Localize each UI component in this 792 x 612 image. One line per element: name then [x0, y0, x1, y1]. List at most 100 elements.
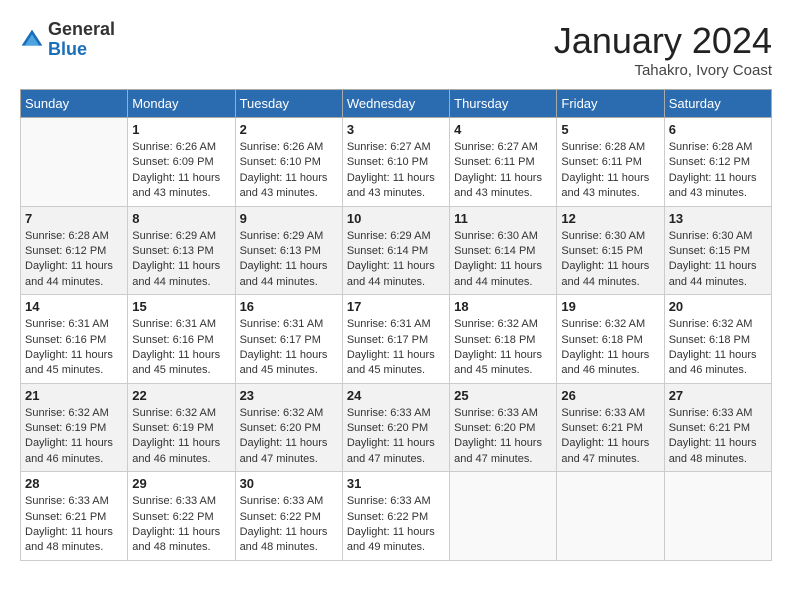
weekday-header-monday: Monday	[128, 90, 235, 118]
sunset-text: Sunset: 6:14 PM	[454, 244, 552, 259]
day-info: Sunrise: 6:30 AMSunset: 6:14 PMDaylight:…	[454, 229, 552, 291]
calendar-cell: 23Sunrise: 6:32 AMSunset: 6:20 PMDayligh…	[235, 383, 342, 472]
weekday-header-tuesday: Tuesday	[235, 90, 342, 118]
daylight-text: Daylight: 11 hours and 46 minutes.	[669, 348, 767, 379]
calendar-cell	[21, 118, 128, 207]
calendar-cell: 29Sunrise: 6:33 AMSunset: 6:22 PMDayligh…	[128, 472, 235, 561]
day-number: 24	[347, 388, 445, 403]
sunset-text: Sunset: 6:20 PM	[240, 421, 338, 436]
sunrise-text: Sunrise: 6:32 AM	[25, 406, 123, 421]
day-info: Sunrise: 6:28 AMSunset: 6:12 PMDaylight:…	[25, 229, 123, 291]
calendar-cell: 4Sunrise: 6:27 AMSunset: 6:11 PMDaylight…	[450, 118, 557, 207]
day-number: 9	[240, 211, 338, 226]
sunrise-text: Sunrise: 6:33 AM	[347, 494, 445, 509]
calendar-cell: 13Sunrise: 6:30 AMSunset: 6:15 PMDayligh…	[664, 206, 771, 295]
daylight-text: Daylight: 11 hours and 46 minutes.	[25, 436, 123, 467]
day-info: Sunrise: 6:31 AMSunset: 6:17 PMDaylight:…	[240, 317, 338, 379]
day-info: Sunrise: 6:32 AMSunset: 6:20 PMDaylight:…	[240, 406, 338, 468]
sunset-text: Sunset: 6:21 PM	[561, 421, 659, 436]
sunset-text: Sunset: 6:17 PM	[347, 333, 445, 348]
sunset-text: Sunset: 6:17 PM	[240, 333, 338, 348]
day-info: Sunrise: 6:29 AMSunset: 6:13 PMDaylight:…	[132, 229, 230, 291]
day-number: 8	[132, 211, 230, 226]
day-number: 12	[561, 211, 659, 226]
calendar-cell: 1Sunrise: 6:26 AMSunset: 6:09 PMDaylight…	[128, 118, 235, 207]
sunset-text: Sunset: 6:11 PM	[454, 155, 552, 170]
sunset-text: Sunset: 6:22 PM	[347, 510, 445, 525]
sunrise-text: Sunrise: 6:26 AM	[240, 140, 338, 155]
calendar-cell: 15Sunrise: 6:31 AMSunset: 6:16 PMDayligh…	[128, 295, 235, 384]
location-subtitle: Tahakro, Ivory Coast	[554, 62, 772, 79]
calendar-cell: 17 Sunrise: 6:31 AMSunset: 6:17 PMDayligh…	[342, 295, 449, 384]
calendar-cell: 22Sunrise: 6:32 AMSunset: 6:19 PMDayligh…	[128, 383, 235, 472]
day-number: 25	[454, 388, 552, 403]
sunset-text: Sunset: 6:22 PM	[240, 510, 338, 525]
sunrise-text: Sunrise: 6:27 AM	[347, 140, 445, 155]
daylight-text: Daylight: 11 hours and 48 minutes.	[132, 525, 230, 556]
day-info: Sunrise: 6:31 AMSunset: 6:17 PMDaylight:…	[347, 317, 445, 379]
daylight-text: Daylight: 11 hours and 45 minutes.	[25, 348, 123, 379]
day-number: 17	[347, 299, 445, 314]
day-info: Sunrise: 6:31 AMSunset: 6:16 PMDaylight:…	[132, 317, 230, 379]
daylight-text: Daylight: 11 hours and 43 minutes.	[561, 171, 659, 202]
day-number: 10	[347, 211, 445, 226]
day-info: Sunrise: 6:26 AMSunset: 6:09 PMDaylight:…	[132, 140, 230, 202]
sunset-text: Sunset: 6:18 PM	[669, 333, 767, 348]
sunset-text: Sunset: 6:19 PM	[132, 421, 230, 436]
day-info: Sunrise: 6:33 AMSunset: 6:22 PMDaylight:…	[347, 494, 445, 556]
sunset-text: Sunset: 6:11 PM	[561, 155, 659, 170]
sunset-text: Sunset: 6:16 PM	[132, 333, 230, 348]
day-info: Sunrise: 6:33 AMSunset: 6:22 PMDaylight:…	[132, 494, 230, 556]
logo-general-text: General	[48, 20, 115, 40]
day-number: 6	[669, 122, 767, 137]
daylight-text: Daylight: 11 hours and 45 minutes.	[240, 348, 338, 379]
day-info: Sunrise: 6:28 AMSunset: 6:12 PMDaylight:…	[669, 140, 767, 202]
sunrise-text: Sunrise: 6:29 AM	[132, 229, 230, 244]
sunset-text: Sunset: 6:20 PM	[454, 421, 552, 436]
sunrise-text: Sunrise: 6:31 AM	[347, 317, 445, 332]
calendar-cell: 20Sunrise: 6:32 AMSunset: 6:18 PMDayligh…	[664, 295, 771, 384]
weekday-header-sunday: Sunday	[21, 90, 128, 118]
calendar-cell: 21Sunrise: 6:32 AMSunset: 6:19 PMDayligh…	[21, 383, 128, 472]
calendar-cell: 5 Sunrise: 6:28 AMSunset: 6:11 PMDaylight…	[557, 118, 664, 207]
daylight-text: Daylight: 11 hours and 43 minutes.	[347, 171, 445, 202]
sunrise-text: Sunrise: 6:30 AM	[454, 229, 552, 244]
calendar-cell: 11 Sunrise: 6:30 AMSunset: 6:14 PMDayligh…	[450, 206, 557, 295]
day-info: Sunrise: 6:26 AMSunset: 6:10 PMDaylight:…	[240, 140, 338, 202]
day-info: Sunrise: 6:32 AMSunset: 6:18 PMDaylight:…	[669, 317, 767, 379]
day-number: 19	[561, 299, 659, 314]
sunrise-text: Sunrise: 6:28 AM	[561, 140, 659, 155]
day-number: 5	[561, 122, 659, 137]
sunrise-text: Sunrise: 6:33 AM	[347, 406, 445, 421]
sunrise-text: Sunrise: 6:33 AM	[25, 494, 123, 509]
sunset-text: Sunset: 6:13 PM	[240, 244, 338, 259]
sunset-text: Sunset: 6:12 PM	[25, 244, 123, 259]
logo-icon	[20, 28, 44, 52]
day-info: Sunrise: 6:32 AMSunset: 6:18 PMDaylight:…	[454, 317, 552, 379]
daylight-text: Daylight: 11 hours and 45 minutes.	[132, 348, 230, 379]
sunrise-text: Sunrise: 6:26 AM	[132, 140, 230, 155]
sunset-text: Sunset: 6:14 PM	[347, 244, 445, 259]
calendar-cell: 6 Sunrise: 6:28 AMSunset: 6:12 PMDaylight…	[664, 118, 771, 207]
daylight-text: Daylight: 11 hours and 47 minutes.	[347, 436, 445, 467]
daylight-text: Daylight: 11 hours and 43 minutes.	[240, 171, 338, 202]
day-number: 3	[347, 122, 445, 137]
sunset-text: Sunset: 6:13 PM	[132, 244, 230, 259]
calendar-week-row: 7Sunrise: 6:28 AMSunset: 6:12 PMDaylight…	[21, 206, 772, 295]
calendar-cell: 16Sunrise: 6:31 AMSunset: 6:17 PMDayligh…	[235, 295, 342, 384]
sunrise-text: Sunrise: 6:29 AM	[240, 229, 338, 244]
day-info: Sunrise: 6:29 AMSunset: 6:13 PMDaylight:…	[240, 229, 338, 291]
page-header: General Blue January 2024 Tahakro, Ivory…	[20, 20, 772, 79]
calendar-week-row: 28Sunrise: 6:33 AMSunset: 6:21 PMDayligh…	[21, 472, 772, 561]
calendar-cell: 10Sunrise: 6:29 AMSunset: 6:14 PMDayligh…	[342, 206, 449, 295]
sunrise-text: Sunrise: 6:32 AM	[454, 317, 552, 332]
calendar-cell: 26Sunrise: 6:33 AMSunset: 6:21 PMDayligh…	[557, 383, 664, 472]
calendar-cell: 14Sunrise: 6:31 AMSunset: 6:16 PMDayligh…	[21, 295, 128, 384]
daylight-text: Daylight: 11 hours and 44 minutes.	[669, 259, 767, 290]
sunrise-text: Sunrise: 6:33 AM	[454, 406, 552, 421]
day-number: 11	[454, 211, 552, 226]
sunset-text: Sunset: 6:16 PM	[25, 333, 123, 348]
day-info: Sunrise: 6:33 AMSunset: 6:21 PMDaylight:…	[669, 406, 767, 468]
sunrise-text: Sunrise: 6:32 AM	[669, 317, 767, 332]
weekday-header-row: SundayMondayTuesdayWednesdayThursdayFrid…	[21, 90, 772, 118]
